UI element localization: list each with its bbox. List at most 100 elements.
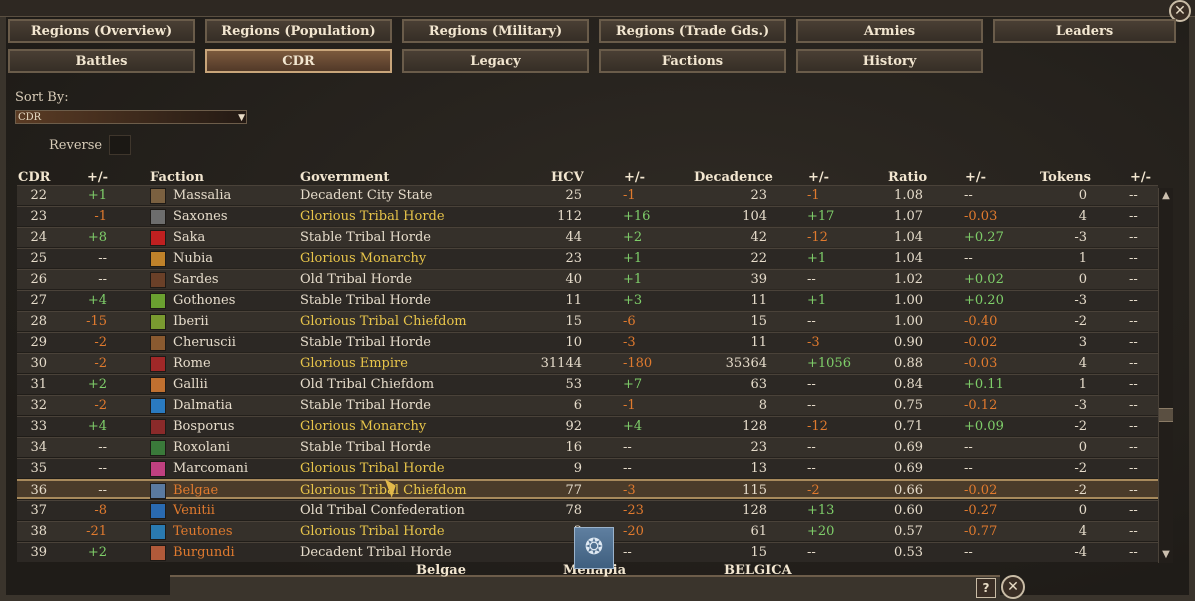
header-tokens[interactable]: Tokens [1040, 170, 1091, 185]
table-row[interactable]: 26 -- Sardes Old Tribal Horde 40 +1 39 -- 1.02 +0… [17, 269, 1158, 289]
table-row[interactable]: 33 +4 Bosporus Glorious Monarchy 92 +4 128 -12 0… [17, 416, 1158, 436]
table-row[interactable]: 28 -15 Iberii Glorious Tribal Chiefdom 15 -6 1… [17, 311, 1158, 331]
faction-emblem-icon [150, 503, 166, 519]
tab-regions-trade-gds[interactable]: Regions (Trade Gds.) [599, 19, 786, 43]
hcv-cell: 40 [565, 272, 582, 287]
tokens-cell: 0 [1078, 188, 1087, 203]
ratio-cell: 0.90 [894, 335, 923, 350]
table-row[interactable]: 35 -- Marcomani Glorious Tribal Horde 9 -- 13 -… [17, 458, 1158, 478]
cdr-cell: 25 [30, 251, 47, 266]
table-row[interactable]: 34 -- Roxolani Stable Tribal Horde 16 -- 23 -- 0… [17, 437, 1158, 457]
tokens-delta-cell: -- [1129, 314, 1138, 329]
faction-emblem-icon [150, 483, 166, 499]
header-faction[interactable]: Faction [150, 170, 204, 185]
ratio-delta-cell: -0.03 [964, 209, 998, 224]
table-row[interactable]: 30 -2 Rome Glorious Empire 31144 -180 35364 +10… [17, 353, 1158, 373]
header-tokens-delta[interactable]: +/- [1130, 170, 1151, 185]
tab-armies[interactable]: Armies [796, 19, 983, 43]
cdr-cell: 37 [30, 503, 47, 518]
government-cell: Glorious Tribal Horde [300, 524, 445, 539]
reverse-checkbox[interactable] [109, 135, 131, 155]
chevron-down-icon[interactable]: ▼ [238, 111, 245, 125]
faction-cell: Dalmatia [173, 398, 233, 413]
ratio-cell: 0.53 [894, 545, 923, 560]
government-cell: Stable Tribal Horde [300, 335, 431, 350]
scroll-thumb[interactable] [1159, 408, 1173, 422]
tab-factions[interactable]: Factions [599, 49, 786, 73]
government-cell: Decadent Tribal Horde [300, 545, 452, 560]
table-row[interactable]: 24 +8 Saka Stable Tribal Horde 44 +2 42 -12 1.04… [17, 227, 1158, 247]
ratio-cell: 1.07 [894, 209, 923, 224]
scroll-up-icon[interactable]: ▲ [1160, 190, 1172, 202]
help-button[interactable]: ? [976, 578, 996, 598]
decadence-delta-cell: -2 [807, 483, 820, 498]
tab-battles[interactable]: Battles [8, 49, 195, 73]
header-ratio[interactable]: Ratio [888, 170, 927, 185]
decadence-cell: 15 [750, 314, 767, 329]
cdr-delta-cell: +2 [87, 545, 107, 560]
government-cell: Old Tribal Chiefdom [300, 377, 435, 392]
cdr-delta-cell: -- [98, 251, 107, 266]
decadence-cell: 22 [750, 251, 767, 266]
table-row[interactable]: 37 -8 Venitii Old Tribal Confederation 78 -23… [17, 500, 1158, 520]
cdr-cell: 28 [30, 314, 47, 329]
tokens-delta-cell: -- [1129, 503, 1138, 518]
faction-emblem-icon [150, 524, 166, 540]
table-row[interactable]: 32 -2 Dalmatia Stable Tribal Horde 6 -1 8 -- 0.7… [17, 395, 1158, 415]
tab-regions-military[interactable]: Regions (Military) [402, 19, 589, 43]
header-government[interactable]: Government [300, 170, 389, 185]
table-row[interactable]: 31 +2 Gallii Old Tribal Chiefdom 53 +7 63 -- 0.8… [17, 374, 1158, 394]
tokens-cell: -2 [1074, 461, 1087, 476]
tokens-delta-cell: -- [1129, 209, 1138, 224]
tab-regions-population[interactable]: Regions (Population) [205, 19, 392, 43]
vertical-scrollbar[interactable]: ▲ ▼ [1158, 188, 1173, 563]
decadence-delta-cell: +13 [807, 503, 835, 518]
tab-history[interactable]: History [796, 49, 983, 73]
decadence-cell: 104 [742, 209, 767, 224]
decadence-delta-cell: +1 [807, 293, 827, 308]
faction-emblem-icon [150, 419, 166, 435]
tokens-cell: 4 [1078, 209, 1087, 224]
table-row[interactable]: 23 -1 Saxones Glorious Tribal Horde 112 +16 10… [17, 206, 1158, 226]
header-cdr[interactable]: CDR [18, 170, 50, 185]
faction-emblem-icon [150, 461, 166, 477]
decadence-cell: 61 [750, 524, 767, 539]
ratio-delta-cell: -0.77 [964, 524, 998, 539]
header-hcv-delta[interactable]: +/- [624, 170, 645, 185]
tokens-delta-cell: -- [1129, 419, 1138, 434]
faction-emblem-icon [150, 293, 166, 309]
table-row[interactable]: 25 -- Nubia Glorious Monarchy 23 +1 22 +1 1.04 --… [17, 248, 1158, 268]
tab-cdr[interactable]: CDR [205, 49, 392, 73]
government-cell: Stable Tribal Horde [300, 293, 431, 308]
header-hcv[interactable]: HCV [551, 170, 584, 185]
government-cell: Glorious Empire [300, 356, 408, 371]
close-button[interactable]: ✕ [1001, 575, 1025, 599]
tab-regions-overview[interactable]: Regions (Overview) [8, 19, 195, 43]
header-decadence[interactable]: Decadence [694, 170, 773, 185]
tab-leaders[interactable]: Leaders [993, 19, 1176, 43]
cdr-delta-cell: -2 [94, 356, 107, 371]
tokens-cell: 4 [1078, 356, 1087, 371]
ratio-delta-cell: +0.09 [964, 419, 1004, 434]
scroll-down-icon[interactable]: ▼ [1160, 549, 1172, 561]
tokens-cell: 1 [1078, 251, 1087, 266]
hcv-cell: 78 [565, 503, 582, 518]
faction-cell: Teutones [173, 524, 233, 539]
table-row[interactable]: 27 +4 Gothones Stable Tribal Horde 11 +3 11 +1 1… [17, 290, 1158, 310]
decadence-delta-cell: -12 [807, 419, 828, 434]
tab-legacy[interactable]: Legacy [402, 49, 589, 73]
government-cell: Stable Tribal Horde [300, 230, 431, 245]
hcv-cell: 31144 [540, 356, 582, 371]
sort-select[interactable]: CDR ▼ [15, 110, 247, 124]
header-decadence-delta[interactable]: +/- [808, 170, 829, 185]
table-row[interactable]: 22 +1 Massalia Decadent City State 25 -1 23 -1 1… [17, 185, 1158, 205]
header-cdr-delta[interactable]: +/- [87, 170, 108, 185]
table-row[interactable]: 36 -- Belgae Glorious Tribal Chiefdom 77 -3 11… [17, 479, 1158, 499]
hcv-cell: 16 [565, 440, 582, 455]
header-ratio-delta[interactable]: +/- [965, 170, 986, 185]
table-row[interactable]: 29 -2 Cheruscii Stable Tribal Horde 10 -3 11 -3… [17, 332, 1158, 352]
faction-emblem-icon [150, 545, 166, 561]
ratio-delta-cell: -0.27 [964, 503, 998, 518]
cdr-delta-cell: -15 [86, 314, 107, 329]
hcv-cell: 9 [573, 461, 582, 476]
